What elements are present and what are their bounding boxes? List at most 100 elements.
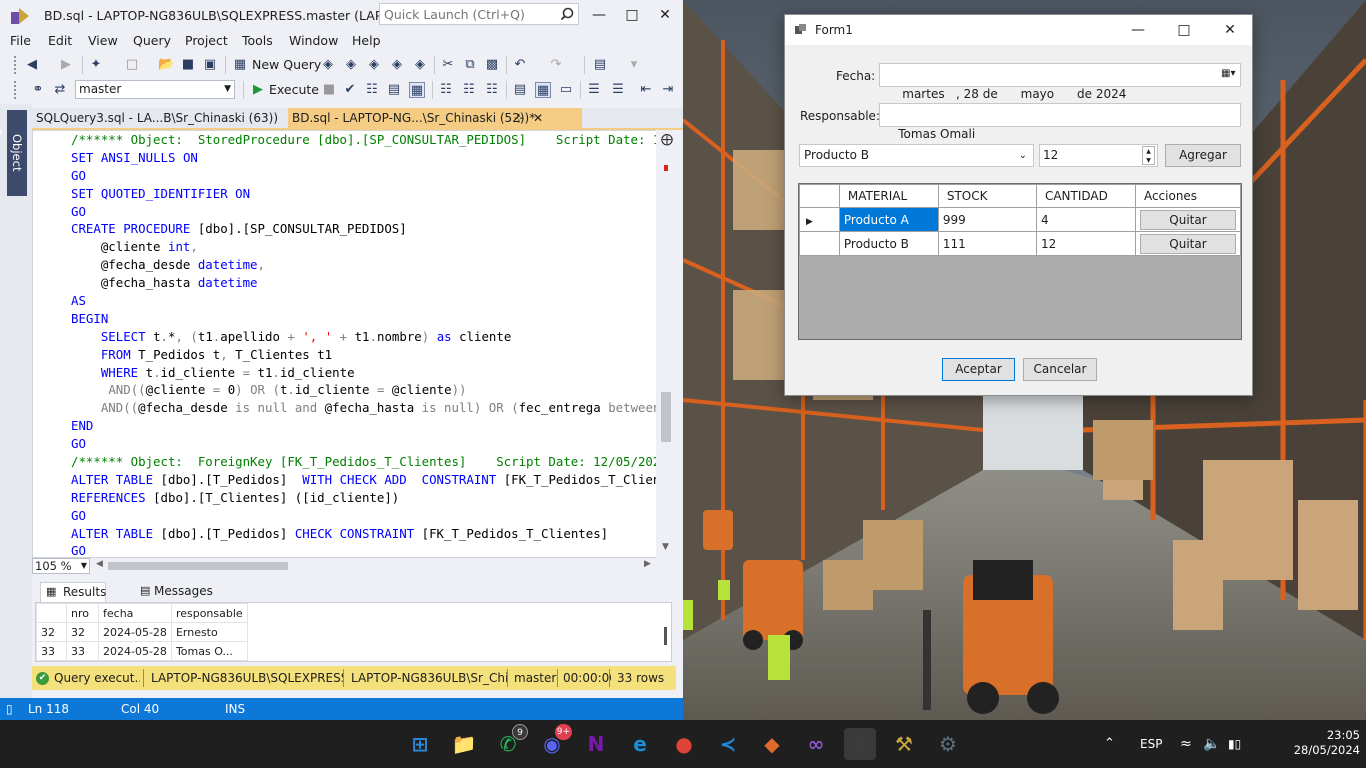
taskbar-vscode[interactable]: ≺	[712, 728, 744, 760]
responsable-input[interactable]: Tomas Omali	[879, 103, 1241, 141]
code-line[interactable]: /****** Object: StoredProcedure [dbo].[S…	[71, 131, 661, 149]
code-line[interactable]: −CREATE PROCEDURE [dbo].[SP_CONSULTAR_PE…	[71, 220, 661, 238]
menu-window[interactable]: Window	[289, 33, 338, 48]
xmla-query-icon[interactable]: ◈	[389, 57, 405, 73]
indent-icon[interactable]: ⇤	[638, 82, 654, 98]
code-line[interactable]: GO	[71, 507, 661, 525]
table-row[interactable]: 33 33 2024-05-28 Tomas O...	[36, 641, 248, 661]
row-header[interactable]: ▶	[799, 207, 840, 232]
code-line[interactable]: −ALTER TABLE [dbo].[T_Pedidos] WITH CHEC…	[71, 471, 661, 489]
results-to-file-icon[interactable]: ▭	[558, 82, 574, 98]
code-line[interactable]: GO	[71, 435, 661, 453]
paste-icon[interactable]: ▩	[484, 57, 500, 73]
cell-material[interactable]: Producto B	[838, 231, 939, 256]
cell-material[interactable]: Producto A	[838, 207, 939, 232]
cell-cantidad[interactable]: 4	[1035, 207, 1136, 232]
quitar-button[interactable]: Quitar	[1139, 233, 1236, 254]
db-engine-query-icon[interactable]: ◈	[320, 57, 336, 73]
cantidad-stepper[interactable]: 12 ▲ ▼	[1039, 144, 1158, 167]
results-scroll-thumb[interactable]	[664, 627, 667, 645]
redo-icon[interactable]: ↷	[548, 57, 564, 73]
open-file-icon[interactable]: 📂	[158, 57, 174, 73]
new-query-button[interactable]: New Query	[252, 57, 321, 72]
taskbar-whatsapp[interactable]: ✆ 9	[492, 724, 528, 760]
code-line[interactable]: WHERE t.id_cliente = t1.id_cliente	[71, 364, 661, 382]
wifi-icon[interactable]: ≈	[1180, 720, 1192, 768]
live-stats-icon[interactable]: ☷	[461, 82, 477, 98]
copy-icon[interactable]: ⧉	[462, 57, 478, 73]
code-line[interactable]: GO	[71, 542, 661, 557]
taskbar-start[interactable]: ⊞	[404, 728, 436, 760]
form-minimize-button[interactable]: —	[1123, 19, 1153, 41]
query-designer-icon[interactable]: ▤	[386, 82, 402, 98]
code-line[interactable]: SET ANSI_NULLS ON	[71, 149, 661, 167]
minimize-button[interactable]: —	[582, 4, 616, 26]
code-line[interactable]: REFERENCES [dbo].[T_Clientes] ([id_clien…	[71, 489, 661, 507]
code-area[interactable]: /****** Object: StoredProcedure [dbo].[S…	[71, 131, 661, 557]
code-line[interactable]: −BEGIN	[71, 310, 661, 328]
code-line[interactable]: GO	[71, 203, 661, 221]
tab-results[interactable]: ▦ Results	[40, 582, 106, 602]
volume-icon[interactable]: 🔈	[1203, 720, 1220, 768]
column-header-material[interactable]: MATERIAL	[838, 184, 939, 208]
fecha-value[interactable]: martes , 28 de mayo de 2024	[902, 87, 1126, 101]
row-number[interactable]: 33	[36, 641, 67, 661]
outdent-icon[interactable]: ⇥	[660, 82, 676, 98]
close-button[interactable]: ✕	[648, 4, 682, 26]
code-line[interactable]: @fecha_desde datetime,	[71, 256, 661, 274]
menu-view[interactable]: View	[88, 33, 118, 48]
tab-bd-sql[interactable]: BD.sql - LAPTOP-NG...\Sr_Chinaski (52))*…	[288, 108, 582, 128]
display-plan-icon[interactable]: ☷	[364, 82, 380, 98]
stepper-up-icon[interactable]: ▲	[1143, 147, 1154, 156]
producto-select[interactable]: Producto B ⌄	[799, 144, 1034, 167]
scroll-down-icon[interactable]: ▼	[662, 542, 669, 552]
cell-nro[interactable]: 33	[66, 641, 99, 661]
fecha-datepicker[interactable]: martes , 28 de mayo de 2024 ▦▾	[879, 63, 1241, 101]
stepper-down-icon[interactable]: ▼	[1143, 156, 1154, 165]
results-column-header[interactable]	[36, 603, 67, 623]
menu-edit[interactable]: Edit	[48, 33, 72, 48]
taskbar-file-explorer[interactable]: 📁	[448, 728, 480, 760]
cell-fecha[interactable]: 2024-05-28	[98, 641, 172, 661]
code-line[interactable]: END	[71, 417, 661, 435]
system-clock[interactable]: 23:05 28/05/2024	[1260, 728, 1360, 758]
show-hidden-icons-icon[interactable]: ⌃	[1104, 720, 1115, 768]
taskbar-edge[interactable]: e	[624, 728, 656, 760]
tab-sqlquery3[interactable]: SQLQuery3.sql - LA...B\Sr_Chinaski (63))	[32, 108, 284, 128]
menu-help[interactable]: Help	[352, 33, 381, 48]
database-select[interactable]: master ▼	[75, 80, 235, 99]
taskbar-ssms[interactable]: ⚒	[888, 728, 920, 760]
results-column-header[interactable]: responsable	[170, 603, 248, 623]
cut-icon[interactable]: ✂	[440, 57, 456, 73]
undo-icon[interactable]: ↶	[512, 57, 528, 73]
change-connection-icon[interactable]: ⇄	[52, 82, 68, 98]
code-line[interactable]: AND((@cliente = 0) OR (t.id_cliente = @c…	[71, 381, 661, 399]
row-header[interactable]	[799, 231, 840, 256]
aceptar-button[interactable]: Aceptar	[942, 358, 1015, 381]
results-column-header[interactable]: nro	[66, 603, 99, 623]
column-header-stock[interactable]: STOCK	[937, 184, 1037, 208]
editor-vertical-scrollbar[interactable]: ⨁ ▼	[656, 130, 676, 558]
cell-nro[interactable]: 32	[66, 622, 99, 642]
toolbar-dropdown-icon[interactable]: ▾	[626, 57, 642, 73]
column-header-cantidad[interactable]: CANTIDAD	[1035, 184, 1136, 208]
toolbar-grip-2[interactable]	[14, 81, 18, 99]
column-header-acciones[interactable]: Acciones	[1134, 184, 1242, 208]
taskbar-onenote[interactable]: N	[580, 728, 612, 760]
form-maximize-button[interactable]: □	[1169, 19, 1199, 41]
code-line[interactable]: SELECT t.*, (t1.apellido + ', ' + t1.nom…	[71, 328, 661, 346]
vertical-scroll-thumb[interactable]	[661, 392, 671, 442]
zoom-select[interactable]: 105 % ▼	[32, 558, 90, 574]
dmx-query-icon[interactable]: ◈	[366, 57, 382, 73]
table-row[interactable]: 32 32 2024-05-28 Ernesto	[36, 622, 248, 642]
taskbar-discord[interactable]: ◉ 9+	[536, 724, 572, 760]
toolbar-grip[interactable]	[14, 56, 18, 74]
save-all-icon[interactable]: ▣	[202, 57, 218, 73]
taskbar-ssms-active[interactable]: ▣	[844, 728, 876, 760]
cell-fecha[interactable]: 2024-05-28	[98, 622, 172, 642]
maximize-button[interactable]: □	[615, 4, 649, 26]
close-tab-icon[interactable]: ✕	[533, 108, 543, 128]
menu-tools[interactable]: Tools	[242, 33, 273, 48]
code-line[interactable]: /****** Object: ForeignKey [FK_T_Pedidos…	[71, 453, 661, 471]
taskbar-git[interactable]: ◆	[756, 728, 788, 760]
